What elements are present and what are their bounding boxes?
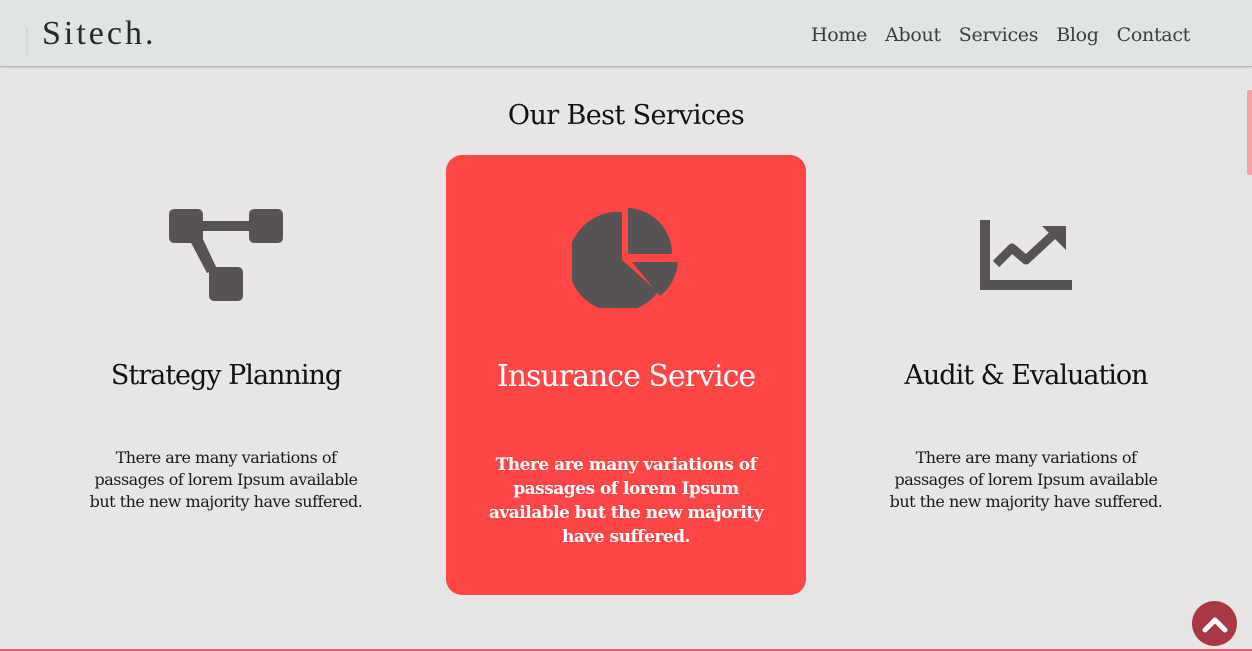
nav-contact-link[interactable]: Contact bbox=[1117, 20, 1191, 50]
pie-chart-icon bbox=[446, 203, 806, 313]
main-nav: Home About Services Blog Contact bbox=[811, 20, 1190, 50]
service-card-text: There are many variations of passages of… bbox=[89, 448, 363, 511]
nav-home-link[interactable]: Home bbox=[811, 20, 867, 50]
sitemap-icon bbox=[46, 200, 406, 310]
section-title: Our Best Services bbox=[507, 100, 745, 131]
chevron-up-icon bbox=[1202, 617, 1227, 632]
service-card-insurance[interactable]: Insurance Service There are many variati… bbox=[446, 155, 806, 595]
service-card-title: Insurance Service bbox=[496, 359, 756, 394]
nav-about-link[interactable]: About bbox=[885, 20, 941, 50]
service-card-strategy[interactable]: Strategy Planning There are many variati… bbox=[46, 155, 406, 595]
header-divider bbox=[26, 28, 28, 56]
site-header: Sitech. Home About Services Blog Contact bbox=[0, 0, 1252, 67]
service-card-title: Strategy Planning bbox=[110, 360, 342, 391]
service-card-title: Audit & Evaluation bbox=[904, 360, 1148, 391]
scrollbar-thumb[interactable] bbox=[1247, 90, 1252, 175]
page: Sitech. Home About Services Blog Contact… bbox=[0, 0, 1252, 651]
site-logo[interactable]: Sitech. bbox=[42, 14, 156, 54]
line-chart-icon bbox=[846, 200, 1206, 310]
service-card-text: There are many variations of passages of… bbox=[488, 455, 764, 547]
nav-blog-link[interactable]: Blog bbox=[1056, 20, 1099, 50]
service-card-text: There are many variations of passages of… bbox=[889, 448, 1163, 511]
scroll-to-top-button[interactable] bbox=[1192, 601, 1237, 646]
service-card-audit[interactable]: Audit & Evaluation There are many variat… bbox=[846, 155, 1206, 595]
nav-services-link[interactable]: Services bbox=[959, 20, 1039, 50]
